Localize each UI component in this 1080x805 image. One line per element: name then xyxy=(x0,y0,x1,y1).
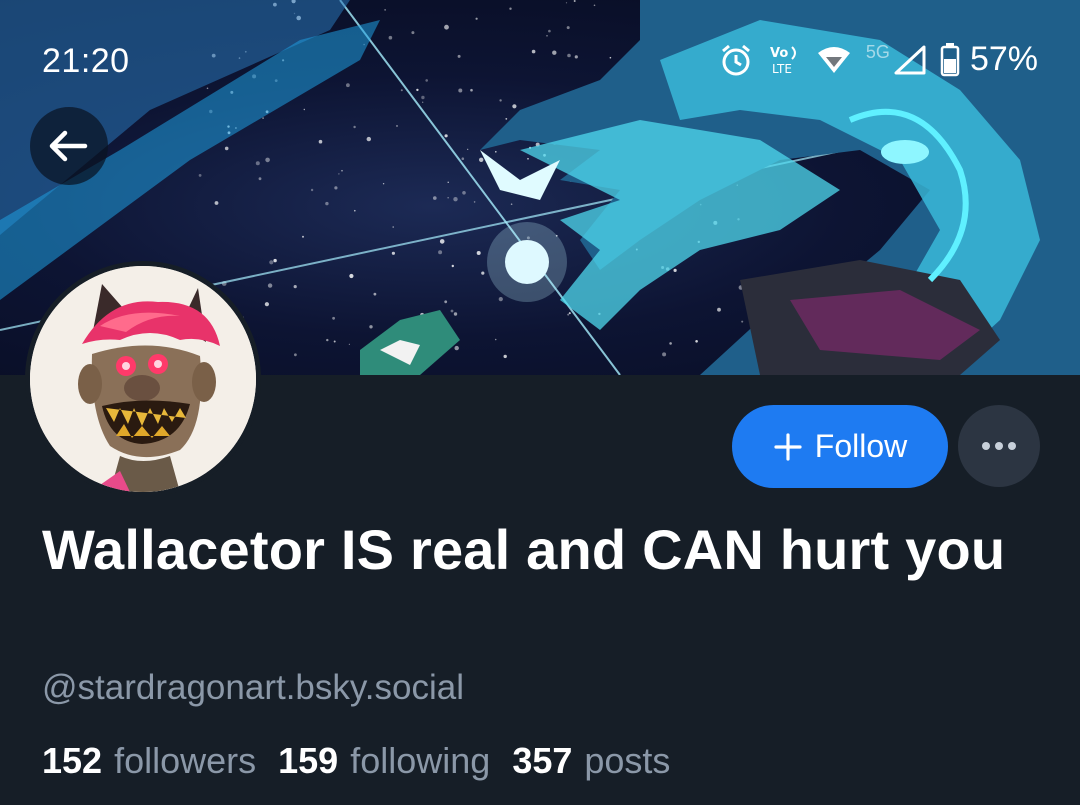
back-button[interactable] xyxy=(30,107,108,185)
ellipsis-icon xyxy=(982,442,1016,450)
svg-text:Vo: Vo xyxy=(770,46,788,61)
alarm-icon xyxy=(718,42,754,78)
profile-display-name: Wallacetor IS real and CAN hurt you xyxy=(42,518,1006,581)
following-stat[interactable]: 159 following xyxy=(278,740,490,782)
followers-count: 152 xyxy=(42,740,103,781)
signal-icon xyxy=(894,45,926,75)
avatar[interactable] xyxy=(25,261,261,497)
wifi-icon xyxy=(816,45,852,75)
followers-stat[interactable]: 152 followers xyxy=(42,740,256,782)
status-icons: Vo LTE 5G 57% xyxy=(718,40,1038,79)
follow-label: Follow xyxy=(814,428,908,464)
profile-stats: 152 followers 159 following 357 posts xyxy=(42,740,670,782)
svg-text:LTE: LTE xyxy=(772,62,792,76)
battery-percent: 57% xyxy=(969,40,1038,78)
avatar-image xyxy=(30,266,256,492)
profile-handle: @stardragonart.bsky.social xyxy=(42,668,464,707)
arrow-left-icon xyxy=(49,130,88,162)
followers-label: followers xyxy=(114,740,257,781)
battery-icon xyxy=(940,42,960,77)
follow-button[interactable]: Follow xyxy=(732,405,948,488)
status-time: 21:20 xyxy=(42,42,130,80)
following-count: 159 xyxy=(278,740,339,781)
more-options-button[interactable] xyxy=(958,405,1040,487)
status-bar: 21:20 Vo LTE 5G 57% xyxy=(0,0,1080,120)
plus-icon xyxy=(774,432,802,461)
following-label: following xyxy=(350,740,491,781)
volte-icon: Vo LTE xyxy=(768,43,802,77)
posts-label: posts xyxy=(584,740,671,781)
profile-screen: 21:20 Vo LTE 5G 57% Follow Wallacetor IS… xyxy=(0,0,1080,805)
posts-count: 357 xyxy=(512,740,573,781)
posts-stat: 357 posts xyxy=(512,740,670,782)
network-type: 5G xyxy=(865,42,890,62)
